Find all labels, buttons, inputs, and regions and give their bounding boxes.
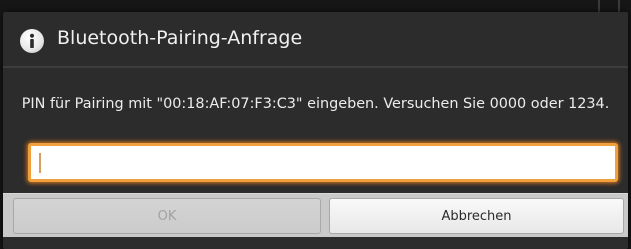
cancel-button[interactable]: Abbrechen <box>329 198 624 234</box>
info-icon <box>20 29 44 53</box>
button-bar-background: OK Abbrechen <box>3 193 628 237</box>
text-cursor <box>39 153 41 173</box>
dialog-message: PIN für Pairing mit "00:18:AF:07:F3:C3" … <box>21 96 610 112</box>
ok-button[interactable]: OK <box>13 198 321 234</box>
pin-input[interactable] <box>28 143 618 182</box>
dialog-title-bar: Bluetooth-Pairing-Anfrage <box>3 12 628 68</box>
dialog-title: Bluetooth-Pairing-Anfrage <box>57 27 303 49</box>
